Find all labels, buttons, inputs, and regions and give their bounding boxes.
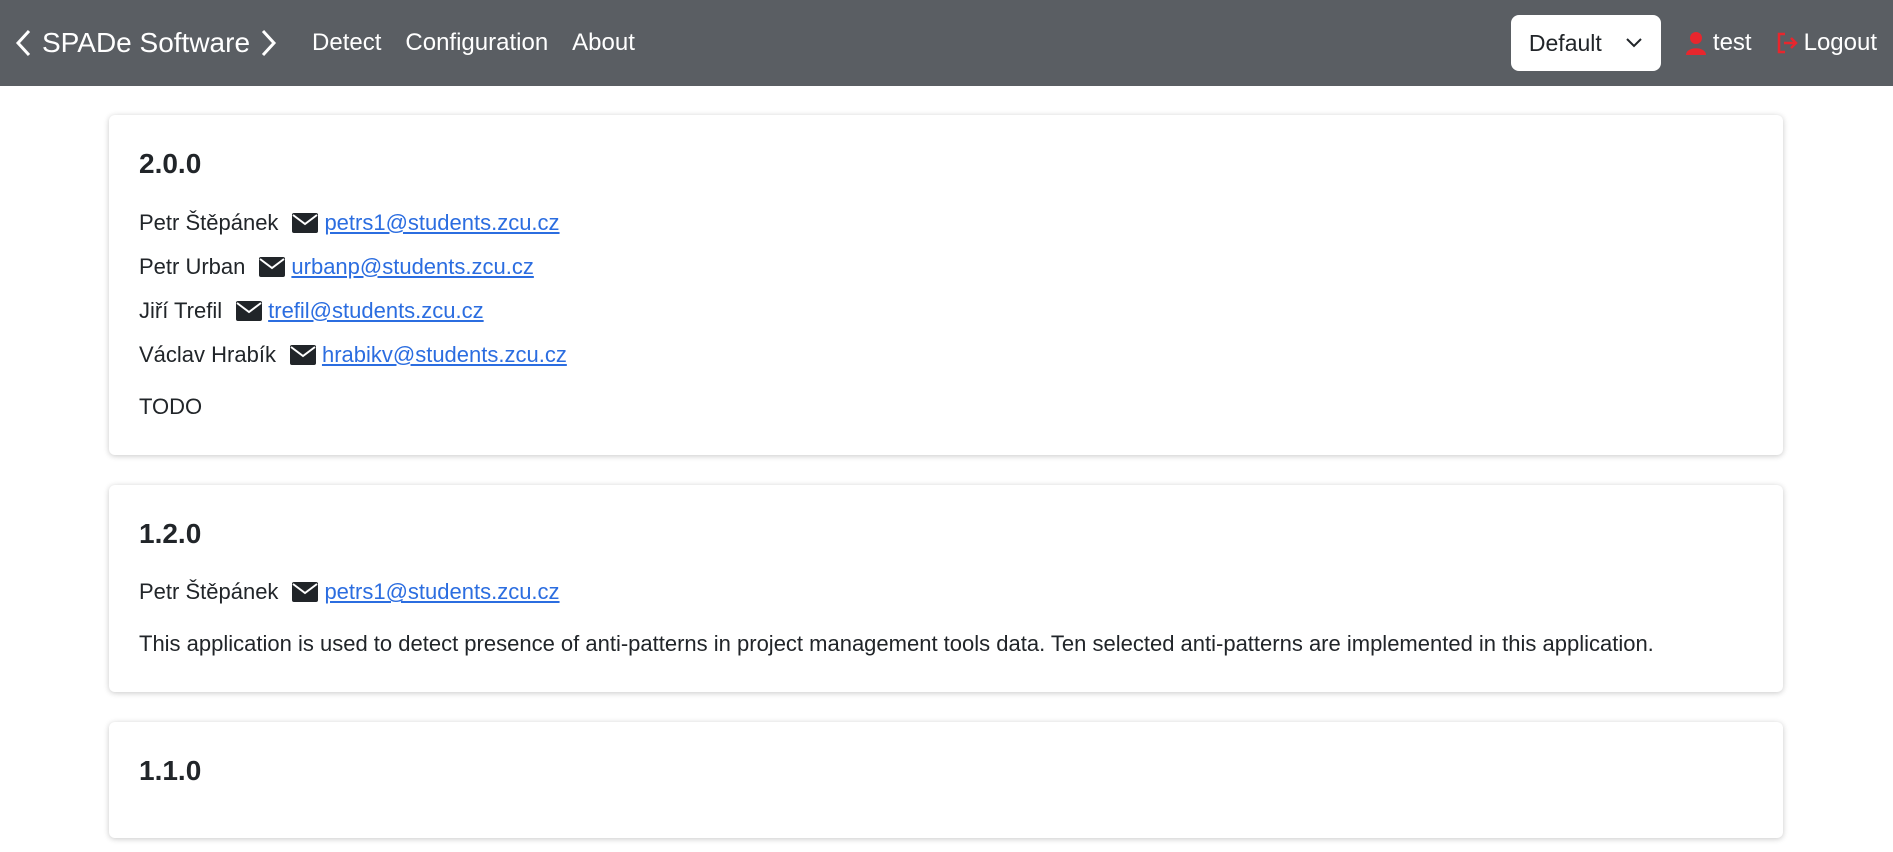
author-email-link[interactable]: hrabikv@students.zcu.cz	[322, 342, 567, 368]
author-email-link[interactable]: petrs1@students.zcu.cz	[324, 210, 559, 236]
release-card: 1.2.0 Petr Štěpánek petrs1@students.zcu.…	[109, 484, 1783, 693]
author-row: Petr Urban urbanp@students.zcu.cz	[139, 245, 1753, 289]
logout-icon	[1777, 32, 1798, 54]
chevron-left-icon	[15, 29, 31, 57]
release-version: 1.1.0	[139, 755, 202, 787]
top-navbar: SPADe Software Detect Configuration Abou…	[0, 0, 1893, 86]
envelope-icon	[292, 212, 319, 233]
author-name: Václav Hrabík	[139, 341, 276, 367]
brand[interactable]: SPADe Software	[14, 27, 278, 59]
release-description: TODO	[139, 393, 203, 419]
nav-link-about[interactable]: About	[572, 29, 635, 57]
release-version: 1.2.0	[139, 517, 202, 549]
user-icon	[1685, 32, 1706, 55]
author-name: Petr Urban	[139, 253, 246, 279]
chevron-right-icon	[261, 29, 277, 57]
author-row: Petr Štěpánek petrs1@students.zcu.cz	[139, 201, 1753, 245]
configuration-select[interactable]: Default	[1510, 15, 1661, 71]
envelope-icon	[236, 300, 263, 321]
release-version: 2.0.0	[139, 148, 202, 179]
about-content: 2.0.0 Petr Štěpánek petrs1@students.zcu.…	[0, 86, 1893, 838]
release-card: 2.0.0 Petr Štěpánek petrs1@students.zcu.…	[109, 115, 1783, 455]
author-email-link[interactable]: urbanp@students.zcu.cz	[291, 254, 533, 280]
envelope-icon	[289, 344, 316, 365]
author-name: Petr Štěpánek	[139, 579, 279, 605]
author-row: Petr Štěpánek petrs1@students.zcu.cz	[139, 570, 1753, 614]
author-email-link[interactable]: trefil@students.zcu.cz	[268, 298, 484, 324]
author-email-link[interactable]: petrs1@students.zcu.cz	[324, 579, 559, 605]
logout-button[interactable]: Logout	[1776, 29, 1877, 57]
author-row: Jiří Trefil trefil@students.zcu.cz	[139, 289, 1753, 333]
nav-link-configuration[interactable]: Configuration	[405, 29, 548, 57]
nav-link-detect[interactable]: Detect	[312, 29, 381, 57]
author-row: Václav Hrabík hrabikv@students.zcu.cz	[139, 333, 1753, 377]
envelope-icon	[259, 256, 286, 277]
author-name: Jiří Trefil	[139, 297, 223, 323]
release-card: 1.1.0	[109, 722, 1783, 838]
envelope-icon	[292, 582, 319, 603]
user-name: test	[1712, 29, 1752, 56]
brand-name: SPADe Software	[42, 27, 251, 58]
chevron-down-icon	[1626, 38, 1642, 48]
release-description: This application is used to detect prese…	[139, 631, 1654, 657]
select-value: Default	[1528, 29, 1602, 56]
author-name: Petr Štěpánek	[139, 209, 279, 235]
nav-links: Detect Configuration About	[312, 29, 635, 57]
logout-label: Logout	[1803, 29, 1877, 56]
user-menu[interactable]: test	[1685, 29, 1752, 57]
